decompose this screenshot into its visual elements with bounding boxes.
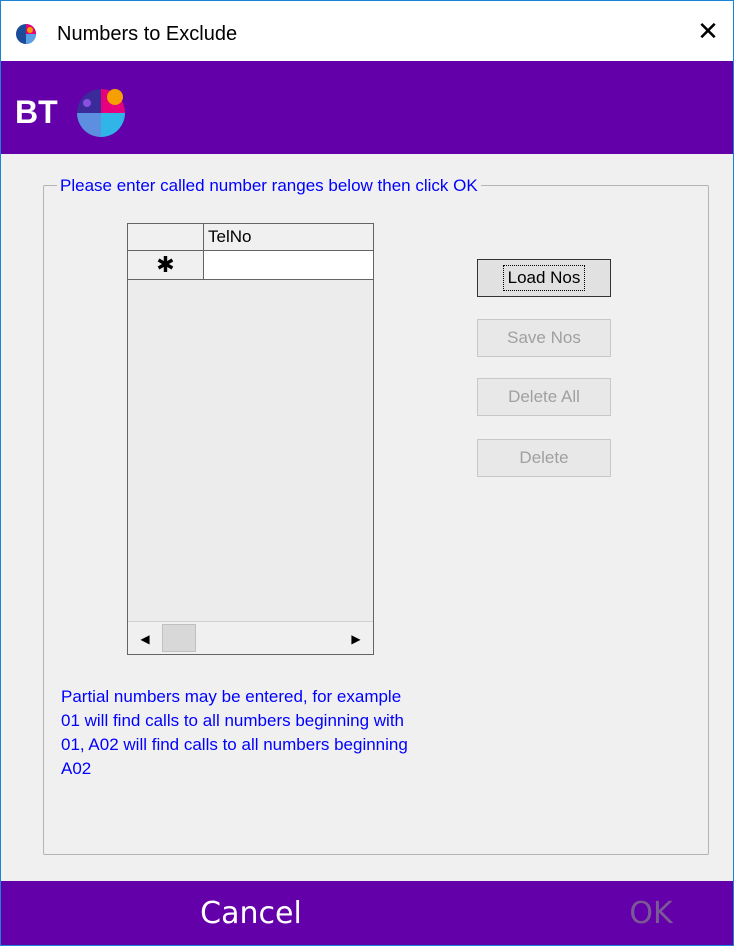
- grid-header: TelNo: [128, 224, 373, 251]
- delete-button[interactable]: Delete: [477, 439, 611, 477]
- close-button[interactable]: ✕: [683, 1, 733, 61]
- column-header-telno[interactable]: TelNo: [204, 224, 373, 250]
- grid-corner-cell: [128, 224, 204, 250]
- brand-banner: BT: [1, 61, 733, 154]
- footer-bar: Cancel OK: [1, 881, 733, 945]
- telno-grid[interactable]: TelNo ✱ ◀ ▶: [127, 223, 374, 655]
- dialog-window: Numbers to Exclude ✕ BT Please enter cal…: [0, 0, 734, 946]
- horizontal-scrollbar[interactable]: ◀ ▶: [128, 621, 373, 654]
- group-caption: Please enter called number ranges below …: [57, 176, 481, 196]
- help-text: Partial numbers may be entered, for exam…: [61, 687, 408, 778]
- grid-new-row[interactable]: ✱: [128, 251, 373, 280]
- bt-logo: BT: [15, 89, 125, 137]
- app-icon: [16, 24, 36, 44]
- ok-button[interactable]: OK: [591, 881, 711, 945]
- save-nos-label: Save Nos: [507, 328, 581, 347]
- window-title: Numbers to Exclude: [57, 23, 238, 45]
- new-row-marker-icon[interactable]: ✱: [128, 251, 204, 279]
- close-icon: ✕: [697, 15, 719, 46]
- telno-new-cell[interactable]: [204, 251, 373, 279]
- scroll-thumb[interactable]: [162, 624, 196, 652]
- load-nos-label: Load Nos: [502, 265, 586, 291]
- delete-label: Delete: [519, 448, 569, 467]
- load-nos-button[interactable]: Load Nos: [477, 259, 611, 297]
- cancel-button[interactable]: Cancel: [151, 881, 351, 945]
- delete-all-label: Delete All: [508, 387, 580, 406]
- svg-text:BT: BT: [15, 94, 58, 130]
- grid-empty-area: [128, 280, 373, 621]
- delete-all-button[interactable]: Delete All: [477, 378, 611, 416]
- grid-body: TelNo ✱: [128, 224, 373, 621]
- save-nos-button[interactable]: Save Nos: [477, 319, 611, 357]
- scroll-right-arrow-icon[interactable]: ▶: [339, 622, 373, 654]
- scroll-left-arrow-icon[interactable]: ◀: [128, 622, 162, 654]
- title-bar: Numbers to Exclude ✕: [1, 1, 733, 61]
